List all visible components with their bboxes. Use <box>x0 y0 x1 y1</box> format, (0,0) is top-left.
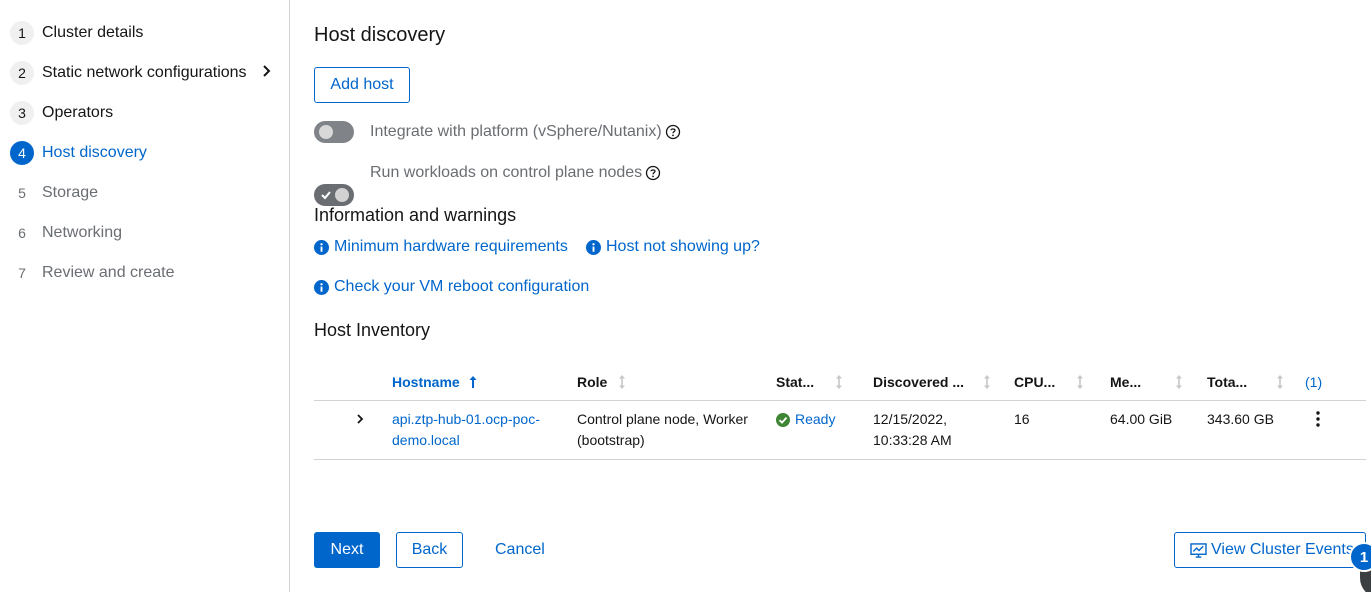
column-cpu[interactable]: CPU... <box>1014 364 1085 400</box>
step-label: Review and create <box>42 264 175 281</box>
step-number: 4 <box>10 141 34 165</box>
step-label: Networking <box>42 224 123 241</box>
expand-row-icon[interactable] <box>354 413 366 425</box>
toggle-knob <box>335 188 349 202</box>
column-label: Me... <box>1110 374 1142 390</box>
view-cluster-events-label: View Cluster Events <box>1211 541 1354 558</box>
step-label: Static network configurations <box>42 64 247 81</box>
host-not-showing-text: Host not showing up? <box>606 238 760 255</box>
sort-icon <box>836 375 843 389</box>
role-cell: Control plane node, Worker (bootstrap) <box>577 409 748 451</box>
hostname-line: api.ztp-hub-01.ocp-poc- <box>392 411 540 427</box>
column-role[interactable]: Role <box>577 364 627 400</box>
hostname-link[interactable]: api.ztp-hub-01.ocp-poc- demo.local <box>392 409 540 451</box>
page-title: Host discovery <box>314 24 446 46</box>
total-cell: 343.60 GB <box>1207 411 1274 427</box>
cpu-cell: 16 <box>1014 411 1030 427</box>
columns-manage-count[interactable]: (1) <box>1305 364 1322 400</box>
min-hardware-text: Minimum hardware requirements <box>334 238 568 255</box>
check-icon <box>321 191 331 200</box>
status-cell[interactable]: Ready <box>776 409 835 430</box>
add-host-button[interactable]: Add host <box>314 67 410 103</box>
view-cluster-events-button[interactable]: View Cluster Events <box>1174 532 1366 568</box>
toggle-knob <box>319 125 333 139</box>
sort-icon <box>1277 375 1284 389</box>
discovered-cell: 12/15/2022, 10:33:28 AM <box>873 409 952 451</box>
discovered-line: 12/15/2022, <box>873 411 947 427</box>
host-not-showing-link[interactable]: Host not showing up? <box>586 238 760 256</box>
help-icon[interactable] <box>645 165 661 181</box>
vm-reboot-text: Check your VM reboot configuration <box>334 278 590 295</box>
role-line: Control plane node, Worker <box>577 411 748 427</box>
column-label: Discovered ... <box>873 374 965 390</box>
step-label: Operators <box>42 104 114 121</box>
step-number: 1 <box>10 21 34 45</box>
step-number: 6 <box>18 225 26 241</box>
min-hardware-link[interactable]: Minimum hardware requirements <box>314 238 568 256</box>
next-button[interactable]: Next <box>314 532 380 568</box>
column-label: Tota... <box>1207 374 1248 390</box>
nav-step-operators[interactable]: 3 Operators <box>10 101 113 125</box>
wizard-nav: 1 Cluster details 2 Static network confi… <box>0 0 290 592</box>
integrate-platform-row: Integrate with platform (vSphere/Nutanix… <box>370 122 681 142</box>
step-label: Storage <box>42 184 99 201</box>
kebab-menu-icon[interactable] <box>1316 411 1320 427</box>
control-plane-workloads-label: Run workloads on control plane nodes <box>370 164 643 181</box>
sort-icon <box>1176 375 1183 389</box>
sort-icon <box>1077 375 1084 389</box>
chevron-right-icon[interactable] <box>260 64 274 78</box>
monitor-chart-icon <box>1190 542 1207 558</box>
step-label: Cluster details <box>42 24 144 41</box>
step-number: 5 <box>18 185 26 201</box>
memory-cell: 64.00 GiB <box>1110 411 1173 427</box>
column-discovered[interactable]: Discovered ... <box>873 364 992 400</box>
nav-step-networking: 6 Networking <box>10 221 122 245</box>
nav-step-static-network[interactable]: 2 Static network configurations <box>10 61 247 85</box>
nav-step-review-create: 7 Review and create <box>10 261 175 285</box>
info-warnings-title: Information and warnings <box>314 205 517 225</box>
column-label: Role <box>577 374 608 390</box>
nav-step-storage: 5 Storage <box>10 181 98 205</box>
cancel-button[interactable]: Cancel <box>495 541 545 559</box>
table-row: api.ztp-hub-01.ocp-poc- demo.local Contr… <box>314 401 1366 460</box>
column-label: Hostname <box>392 374 460 390</box>
discovered-line: 10:33:28 AM <box>873 432 952 448</box>
floating-badge-container[interactable]: 1 <box>1346 538 1371 592</box>
host-inventory-title: Host Inventory <box>314 320 431 340</box>
sort-icon <box>619 375 626 389</box>
column-total[interactable]: Tota... <box>1207 364 1285 400</box>
column-status[interactable]: Stat... <box>776 364 844 400</box>
step-label: Host discovery <box>42 144 147 161</box>
step-number: 2 <box>10 61 34 85</box>
step-number: 7 <box>18 265 26 281</box>
inventory-table-header: Hostname Role Stat... Discovered ... CPU… <box>314 364 1366 401</box>
status-text: Ready <box>795 411 836 427</box>
column-memory[interactable]: Me... <box>1110 364 1184 400</box>
back-button[interactable]: Back <box>396 532 463 568</box>
vm-reboot-link[interactable]: Check your VM reboot configuration <box>314 278 589 296</box>
column-label: CPU... <box>1014 374 1056 390</box>
step-number: 3 <box>10 101 34 125</box>
info-icon <box>586 239 601 255</box>
sort-icon <box>984 375 991 389</box>
nav-step-cluster-details[interactable]: 1 Cluster details <box>10 21 143 45</box>
integrate-platform-label: Integrate with platform (vSphere/Nutanix… <box>370 123 662 140</box>
hostname-line: demo.local <box>392 432 460 448</box>
info-icon <box>314 239 329 255</box>
role-line: (bootstrap) <box>577 432 645 448</box>
nav-step-host-discovery[interactable]: 4 Host discovery <box>10 141 147 165</box>
check-circle-icon <box>776 412 790 427</box>
column-hostname[interactable]: Hostname <box>392 364 478 400</box>
notification-count-badge: 1 <box>1349 542 1371 572</box>
column-label: Stat... <box>776 374 815 390</box>
integrate-platform-toggle[interactable] <box>314 121 354 143</box>
control-plane-workloads-row: Run workloads on control plane nodes <box>370 163 661 183</box>
sort-up-icon <box>469 376 477 388</box>
help-icon[interactable] <box>665 124 681 140</box>
info-icon <box>314 279 329 295</box>
control-plane-workloads-toggle[interactable] <box>314 184 354 206</box>
